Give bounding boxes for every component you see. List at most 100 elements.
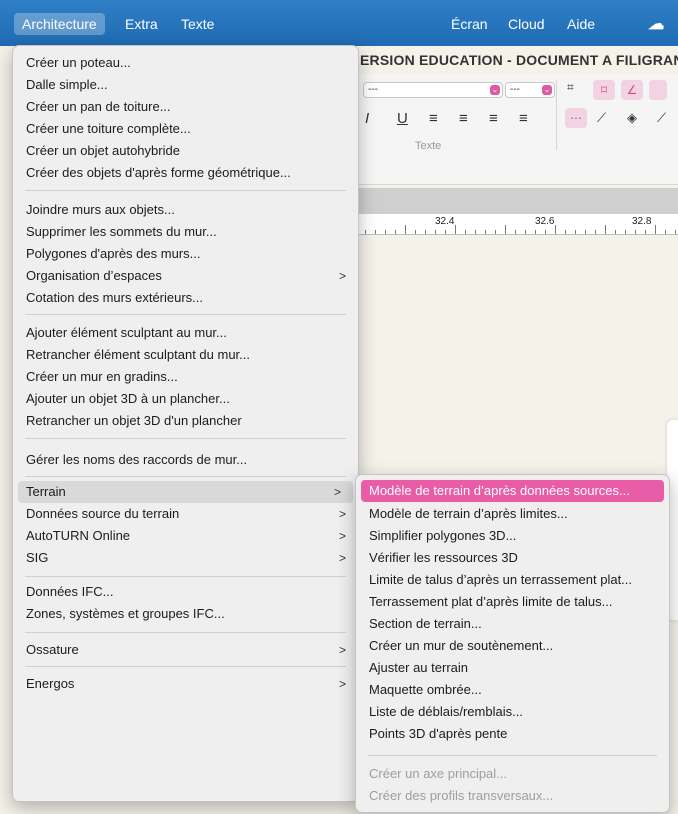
chevron-down-icon: ⌄ bbox=[542, 85, 552, 95]
ruler-tick bbox=[375, 230, 376, 234]
submenu-item[interactable]: Créer un mur de soutènement... bbox=[356, 635, 669, 657]
cloud-app-icon[interactable]: ☁ bbox=[648, 14, 664, 34]
menu-item[interactable]: Créer une toiture complète... bbox=[13, 118, 358, 140]
menu-item[interactable]: Créer un pan de toiture... bbox=[13, 96, 358, 118]
italic-icon[interactable]: I bbox=[365, 110, 369, 127]
submenu-item[interactable]: Maquette ombrée... bbox=[356, 679, 669, 701]
ruler-tick bbox=[515, 230, 516, 234]
menu-item[interactable]: Créer un poteau... bbox=[13, 52, 358, 74]
ruler-label: 32.4 bbox=[435, 216, 455, 227]
submenu-item-disabled: Créer un axe principal... bbox=[369, 766, 508, 781]
menu-item-autoturn-online[interactable]: AutoTURN Online > bbox=[13, 525, 358, 547]
ruler-tick bbox=[455, 225, 456, 234]
snap-intersection-icon[interactable]: ◈ bbox=[627, 110, 637, 126]
ruler-tick bbox=[385, 230, 386, 234]
menu-item-energos[interactable]: Energos > bbox=[13, 673, 358, 695]
menu-separator bbox=[25, 476, 346, 477]
snap-line-icon[interactable]: ⟋ bbox=[597, 110, 606, 126]
ruler-tick bbox=[585, 230, 586, 234]
more-tool-icon[interactable] bbox=[649, 80, 667, 100]
toolbar-group-label: Texte bbox=[415, 140, 442, 152]
ruler-tick bbox=[395, 230, 396, 234]
ruler-tick bbox=[645, 230, 646, 234]
ruler-tick bbox=[625, 230, 626, 234]
menubar-item-texte[interactable]: Texte bbox=[173, 13, 222, 35]
menu-item[interactable]: Retrancher un objet 3D d'un plancher bbox=[13, 410, 358, 432]
ruler-tick bbox=[415, 230, 416, 234]
ruler-tick bbox=[495, 230, 496, 234]
ruler-tick bbox=[535, 230, 536, 234]
ruler-tick bbox=[675, 230, 676, 234]
submenu-item[interactable]: Simplifier polygones 3D... bbox=[356, 525, 669, 547]
submenu-item[interactable]: Points 3D d'après pente bbox=[356, 723, 669, 745]
menu-item[interactable]: Ajouter élément sculptant au mur... bbox=[13, 322, 358, 344]
menu-item[interactable]: Cotation des murs extérieurs... bbox=[13, 287, 358, 309]
ruler-tick bbox=[665, 230, 666, 234]
menu-item-ossature[interactable]: Ossature > bbox=[13, 639, 358, 661]
menu-item[interactable]: Retrancher élément sculptant du mur... bbox=[13, 344, 358, 366]
submenu-item[interactable]: Liste de déblais/remblais... bbox=[356, 701, 669, 723]
menu-item[interactable]: Joindre murs aux objets... bbox=[13, 199, 358, 221]
menu-item-sig[interactable]: SIG > bbox=[13, 547, 358, 569]
submenu-item[interactable]: Terrassement plat d’après limite de talu… bbox=[356, 591, 669, 613]
menu-item-donnees-source-terrain[interactable]: Données source du terrain > bbox=[13, 503, 358, 525]
grid-icon[interactable]: ⌗ bbox=[567, 80, 574, 95]
ruler-tick bbox=[615, 230, 616, 234]
menu-item[interactable]: Polygones d'après des murs... bbox=[13, 243, 358, 265]
align-left-icon[interactable]: ≡ bbox=[429, 110, 438, 127]
snap-extra-icon[interactable]: ⟋ bbox=[657, 110, 666, 126]
menubar-item-ecran[interactable]: Écran bbox=[443, 13, 496, 35]
chevron-right-icon: > bbox=[338, 643, 346, 657]
ruler-tick bbox=[525, 230, 526, 234]
terrain-submenu: Modèle de terrain d’après données source… bbox=[355, 474, 670, 813]
chevron-right-icon: > bbox=[338, 507, 346, 521]
submenu-item[interactable]: Modèle de terrain d’après limites... bbox=[356, 503, 669, 525]
ruler-tick bbox=[545, 230, 546, 234]
menu-separator bbox=[25, 438, 346, 439]
chevron-right-icon: > bbox=[333, 485, 341, 499]
ruler-label: 32.8 bbox=[632, 216, 652, 227]
menubar-item-architecture[interactable]: Architecture bbox=[14, 13, 105, 35]
menubar-item-extra[interactable]: Extra bbox=[117, 13, 166, 35]
menu-item[interactable]: Gérer les noms des raccords de mur... bbox=[13, 449, 358, 471]
ruler-tick bbox=[445, 230, 446, 234]
menu-separator bbox=[25, 632, 346, 633]
submenu-item[interactable]: Ajuster au terrain bbox=[356, 657, 669, 679]
menu-separator bbox=[25, 190, 346, 191]
line-style-select[interactable]: --- ⌄ bbox=[505, 82, 555, 98]
menu-item[interactable]: Supprimer les sommets du mur... bbox=[13, 221, 358, 243]
menu-item[interactable]: Données IFC... bbox=[13, 581, 358, 603]
document-title: ERSION EDUCATION - DOCUMENT A FILIGRANE bbox=[360, 52, 678, 68]
justify-icon[interactable]: ≡ bbox=[519, 110, 528, 127]
horizontal-ruler: 32.4 32.6 32.8 bbox=[355, 214, 678, 235]
ruler-tick bbox=[635, 230, 636, 234]
submenu-item[interactable]: Modèle de terrain d’après données source… bbox=[361, 480, 664, 502]
chevron-right-icon: > bbox=[338, 529, 346, 543]
chevron-right-icon: > bbox=[338, 551, 346, 565]
menu-item[interactable]: Zones, systèmes et groupes IFC... bbox=[13, 603, 358, 625]
menu-item[interactable]: Créer un objet autohybride bbox=[13, 140, 358, 162]
underline-icon[interactable]: U bbox=[397, 110, 408, 127]
align-right-icon[interactable]: ≡ bbox=[489, 110, 498, 127]
ruler-tick bbox=[555, 225, 556, 234]
angle-icon[interactable]: ∠ bbox=[621, 80, 643, 100]
snap-point-icon[interactable]: ⋯ bbox=[565, 108, 587, 128]
snap-box-icon[interactable]: ⌑ bbox=[593, 80, 615, 100]
ruler-tick bbox=[485, 230, 486, 234]
menu-item[interactable]: Créer des objets d'après forme géométriq… bbox=[13, 162, 358, 184]
menu-item-organisation-espaces[interactable]: Organisation d’espaces > bbox=[13, 265, 358, 287]
menu-item[interactable]: Créer un mur en gradins... bbox=[13, 366, 358, 388]
submenu-item[interactable]: Limite de talus d’après un terrassement … bbox=[356, 569, 669, 591]
menu-item[interactable]: Dalle simple... bbox=[13, 74, 358, 96]
submenu-item[interactable]: Vérifier les ressources 3D bbox=[356, 547, 669, 569]
align-center-icon[interactable]: ≡ bbox=[459, 110, 468, 127]
ruler-tick bbox=[575, 230, 576, 234]
submenu-item-disabled: Créer des profils transversaux... bbox=[369, 788, 554, 803]
ruler-tick bbox=[365, 230, 366, 234]
menu-item[interactable]: Ajouter un objet 3D à un plancher... bbox=[13, 388, 358, 410]
menubar-item-cloud[interactable]: Cloud bbox=[500, 13, 553, 35]
menubar-item-aide[interactable]: Aide bbox=[559, 13, 603, 35]
font-style-select[interactable]: --- ⌄ bbox=[363, 82, 503, 98]
submenu-item[interactable]: Section de terrain... bbox=[356, 613, 669, 635]
menu-item-terrain[interactable]: Terrain > bbox=[18, 481, 353, 503]
